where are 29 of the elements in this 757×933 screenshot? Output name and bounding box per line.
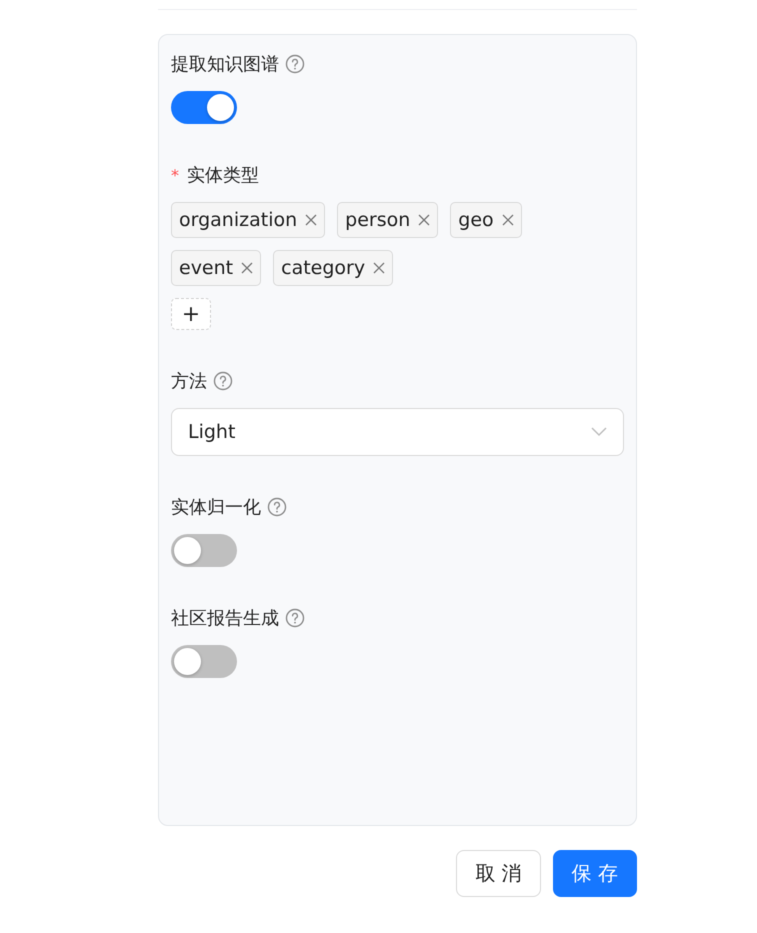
tag-label: person	[345, 209, 410, 231]
tag-label: organization	[179, 209, 298, 231]
field-label: 社区报告生成	[171, 607, 279, 630]
close-icon[interactable]	[502, 214, 514, 226]
field-label: 提取知识图谱	[171, 53, 279, 76]
close-icon[interactable]	[305, 214, 318, 226]
tag-label: event	[179, 257, 234, 279]
help-icon[interactable]	[213, 371, 233, 391]
toggle-switch[interactable]	[171, 91, 237, 124]
select-value: Light	[188, 421, 236, 443]
close-icon[interactable]	[418, 214, 430, 226]
close-icon[interactable]	[241, 262, 254, 274]
close-icon[interactable]	[373, 262, 386, 274]
method-select[interactable]: Light	[171, 408, 624, 456]
help-icon[interactable]	[285, 54, 305, 74]
field-label: 实体归一化	[171, 496, 261, 519]
save-button[interactable]: 保 存	[552, 850, 637, 897]
toggle-switch[interactable]	[171, 534, 237, 567]
tag-label: geo	[458, 209, 494, 231]
help-icon[interactable]	[285, 608, 305, 628]
help-icon[interactable]	[267, 497, 287, 517]
add-tag-button[interactable]: +	[171, 298, 211, 330]
chevron-down-icon	[591, 427, 607, 437]
field-label: 方法	[171, 370, 207, 393]
cancel-button[interactable]: 取 消	[456, 850, 541, 897]
tag-label: category	[281, 257, 366, 279]
toggle-switch[interactable]	[171, 645, 237, 678]
required-mark: *	[171, 166, 179, 184]
field-label: 实体类型	[187, 164, 259, 187]
